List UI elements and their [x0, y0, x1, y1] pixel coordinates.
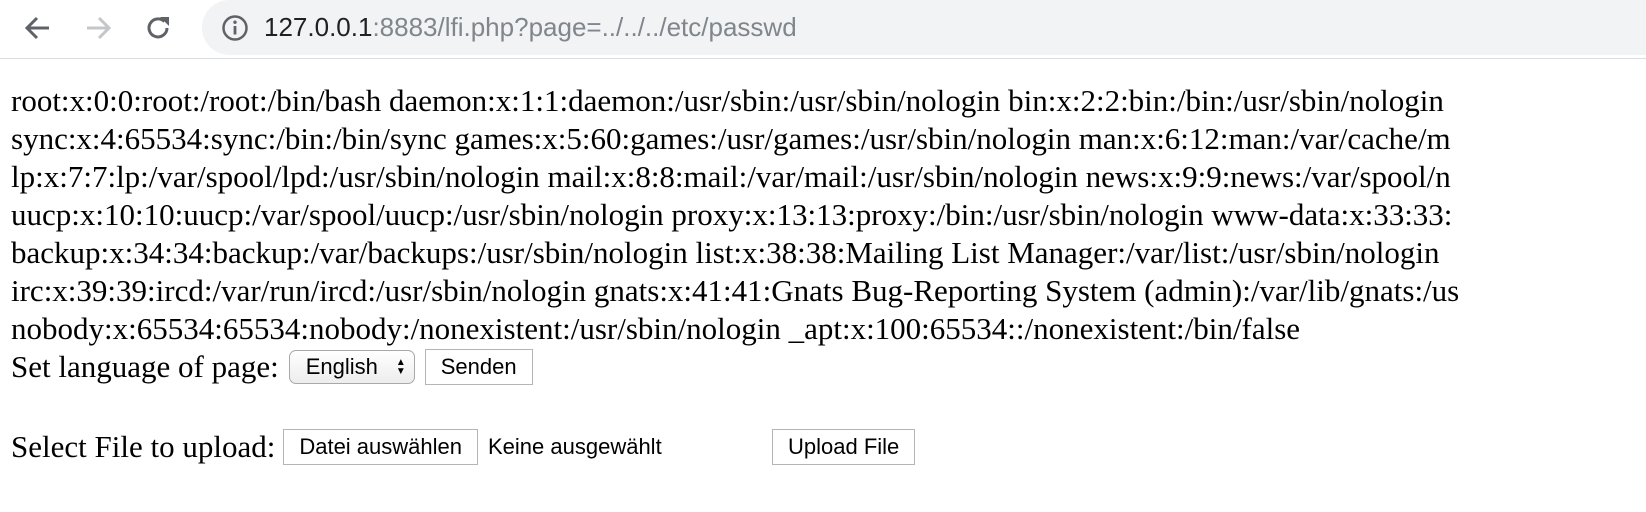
updown-arrows-icon: ▲ ▼: [395, 357, 406, 377]
forward-button[interactable]: [78, 8, 118, 48]
browser-toolbar: 127.0.0.1:8883/lfi.php?page=../../../etc…: [0, 0, 1646, 59]
reload-button[interactable]: [138, 8, 178, 48]
language-label: Set language of page:: [11, 349, 279, 384]
page-content: root:x:0:0:root:/root:/bin/bash daemon:x…: [11, 82, 1646, 466]
file-status-text: Keine ausgewählt: [488, 434, 662, 459]
upload-form: Select File to upload: Datei auswählen K…: [11, 428, 1646, 466]
passwd-line: sync:x:4:65534:sync:/bin:/bin/sync games…: [11, 121, 1451, 156]
passwd-line: irc:x:39:39:ircd:/var/run/ircd:/usr/sbin…: [11, 273, 1460, 308]
passwd-line: lp:x:7:7:lp:/var/spool/lpd:/usr/sbin/nol…: [11, 159, 1451, 194]
senden-button[interactable]: Senden: [424, 349, 533, 385]
passwd-line: nobody:x:65534:65534:nobody:/nonexistent…: [11, 311, 1301, 346]
arrow-left-icon: [24, 16, 49, 40]
choose-file-button[interactable]: Datei auswählen: [283, 429, 478, 465]
url-host: 127.0.0.1: [264, 12, 373, 42]
address-bar[interactable]: 127.0.0.1:8883/lfi.php?page=../../../etc…: [202, 0, 1646, 55]
back-button[interactable]: [18, 8, 58, 48]
language-select[interactable]: English ▲ ▼: [288, 350, 415, 384]
url-text[interactable]: 127.0.0.1:8883/lfi.php?page=../../../etc…: [264, 9, 797, 45]
reload-icon: [147, 17, 169, 39]
upload-label: Select File to upload:: [11, 429, 276, 464]
passwd-line: root:x:0:0:root:/root:/bin/bash daemon:x…: [11, 83, 1444, 118]
language-select-value: English: [305, 354, 378, 379]
passwd-line: uucp:x:10:10:uucp:/var/spool/uucp:/usr/s…: [11, 197, 1453, 232]
url-path: :8883/lfi.php?page=../../../etc/passwd: [372, 12, 797, 42]
passwd-line: backup:x:34:34:backup:/var/backups:/usr/…: [11, 235, 1440, 270]
language-form: Set language of page: English ▲ ▼ Senden: [11, 348, 1646, 386]
upload-file-button[interactable]: Upload File: [772, 429, 916, 465]
arrow-right-icon: [87, 16, 112, 40]
info-icon[interactable]: [220, 13, 250, 43]
